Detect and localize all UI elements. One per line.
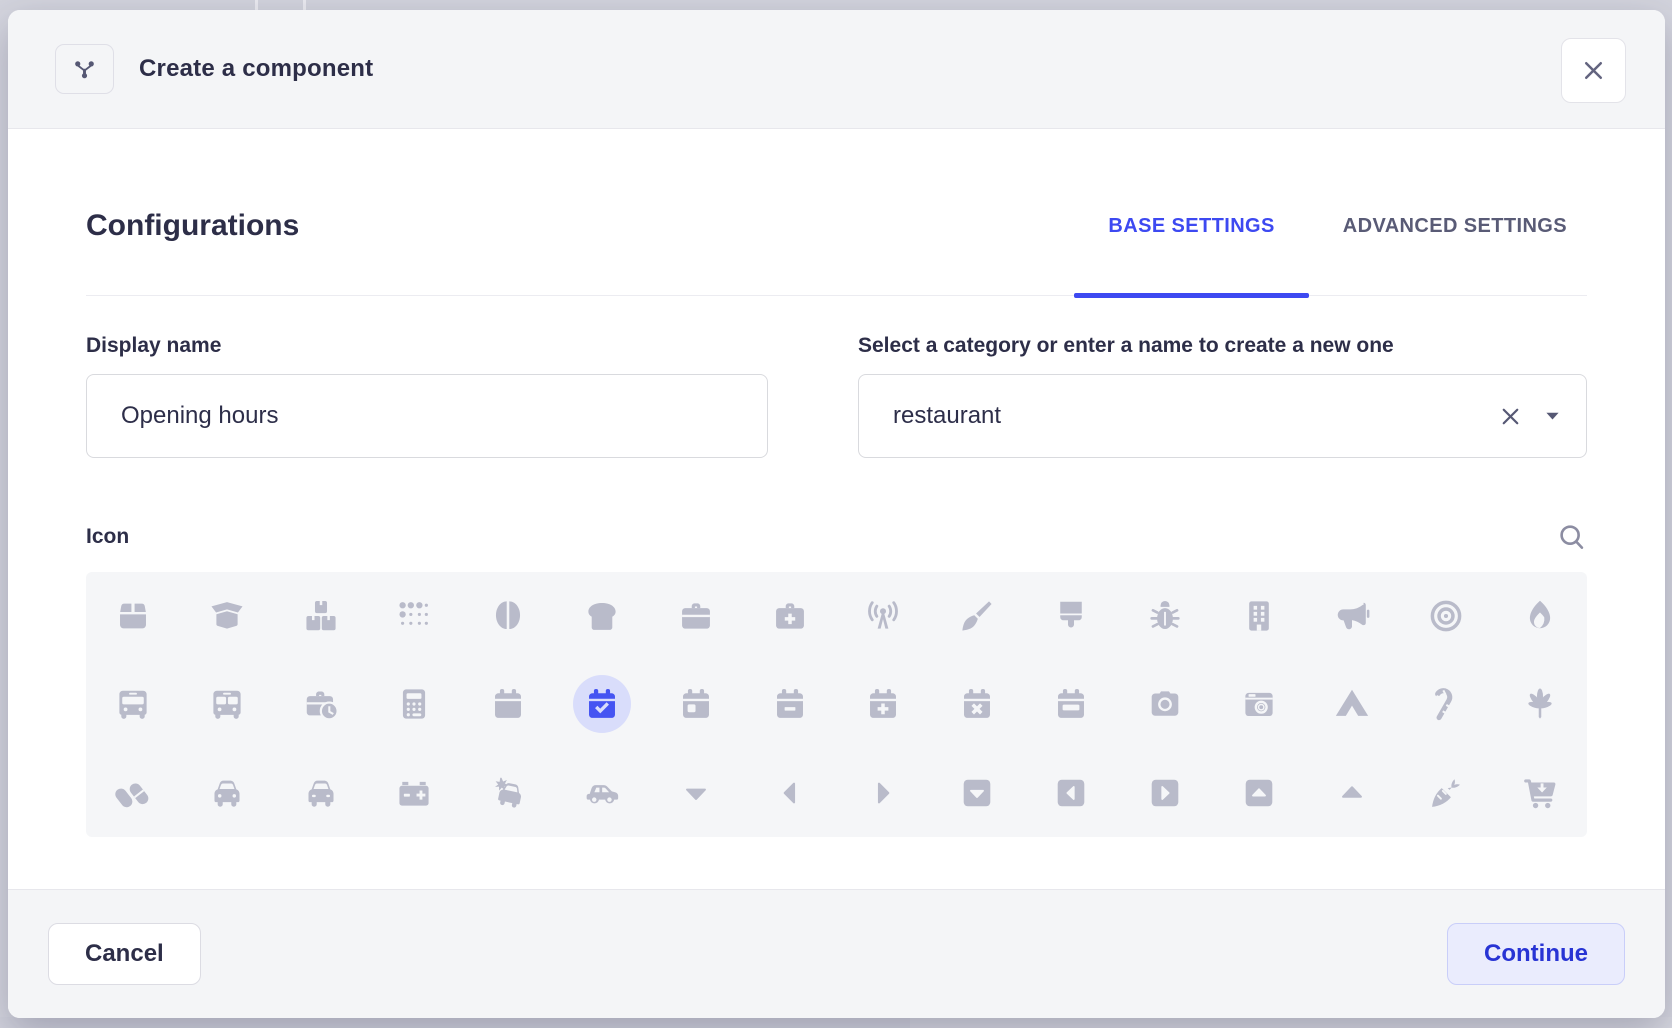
icon-caret-square-left[interactable]: [1024, 749, 1118, 837]
continue-button[interactable]: Continue: [1447, 923, 1625, 985]
icon-candy-cane[interactable]: [1399, 660, 1493, 748]
background-artifact: [910, 1017, 1672, 1028]
icon-calendar-week[interactable]: [1024, 660, 1118, 748]
component-icon-badge: [55, 44, 114, 94]
icon-camera-retro[interactable]: [1212, 660, 1306, 748]
icon-cart-arrow-down[interactable]: [1493, 749, 1587, 837]
icon-car-battery[interactable]: [367, 749, 461, 837]
icon-bus-alt[interactable]: [180, 660, 274, 748]
category-controls: [1498, 404, 1560, 429]
background-artifact: [303, 0, 306, 10]
icon-car[interactable]: [180, 749, 274, 837]
search-icon: [1557, 522, 1587, 552]
clear-x-icon[interactable]: [1498, 404, 1523, 429]
modal-footer: Cancel Continue: [8, 889, 1665, 1018]
icon-caret-left[interactable]: [743, 749, 837, 837]
icon-bread-slice[interactable]: [555, 572, 649, 660]
icon-campground[interactable]: [1306, 660, 1400, 748]
icon-camera[interactable]: [1118, 660, 1212, 748]
background-artifact: [255, 0, 258, 10]
icon-calendar-times[interactable]: [930, 660, 1024, 748]
icon-bullseye[interactable]: [1399, 572, 1493, 660]
icon-calendar-check[interactable]: [555, 660, 649, 748]
icon-broadcast-tower[interactable]: [837, 572, 931, 660]
modal-header: Create a component: [8, 10, 1665, 129]
branch-icon: [71, 56, 98, 83]
icon-car-alt[interactable]: [274, 749, 368, 837]
close-icon: [1581, 58, 1606, 83]
icon-caret-square-up[interactable]: [1212, 749, 1306, 837]
icon-briefcase[interactable]: [649, 572, 743, 660]
icon-grid: [86, 572, 1587, 837]
icon-brush[interactable]: [1024, 572, 1118, 660]
display-name-input[interactable]: [87, 402, 767, 430]
category-field: Select a category or enter a name to cre…: [858, 334, 1587, 458]
icon-calendar[interactable]: [461, 660, 555, 748]
icon-boxes-stacked[interactable]: [274, 572, 368, 660]
icon-car-side[interactable]: [555, 749, 649, 837]
display-name-input-box: [86, 374, 768, 458]
modal-title: Create a component: [139, 55, 373, 83]
create-component-modal: Create a component Configurations BASE S…: [8, 10, 1665, 1018]
configurations-header: Configurations BASE SETTINGS ADVANCED SE…: [86, 157, 1587, 296]
icon-box-open[interactable]: [180, 572, 274, 660]
icon-bus[interactable]: [86, 660, 180, 748]
icon-capsules[interactable]: [86, 749, 180, 837]
cancel-button[interactable]: Cancel: [48, 923, 201, 985]
icon-braille[interactable]: [367, 572, 461, 660]
close-button[interactable]: [1561, 38, 1626, 103]
tab-advanced-settings[interactable]: ADVANCED SETTINGS: [1309, 157, 1587, 295]
icon-label: Icon: [86, 525, 129, 549]
category-select[interactable]: [858, 374, 1587, 458]
section-title: Configurations: [86, 209, 299, 243]
background-page-top: [0, 0, 1672, 10]
category-label: Select a category or enter a name to cre…: [858, 334, 1587, 358]
icon-caret-down[interactable]: [649, 749, 743, 837]
icon-picker-header: Icon: [86, 522, 1587, 552]
icon-calendar-minus[interactable]: [743, 660, 837, 748]
icon-search-button[interactable]: [1557, 522, 1587, 552]
tab-base-settings[interactable]: BASE SETTINGS: [1074, 157, 1308, 295]
icon-briefcase-medical[interactable]: [743, 572, 837, 660]
tabs: BASE SETTINGS ADVANCED SETTINGS: [1074, 157, 1587, 295]
icon-bug[interactable]: [1118, 572, 1212, 660]
icon-caret-right[interactable]: [837, 749, 931, 837]
icon-business-time[interactable]: [274, 660, 368, 748]
icon-bullhorn[interactable]: [1306, 572, 1400, 660]
modal-body: Configurations BASE SETTINGS ADVANCED SE…: [8, 129, 1665, 889]
display-name-label: Display name: [86, 334, 768, 358]
icon-caret-up[interactable]: [1306, 749, 1400, 837]
icon-cannabis[interactable]: [1493, 660, 1587, 748]
icon-brain[interactable]: [461, 572, 555, 660]
icon-caret-square-right[interactable]: [1118, 749, 1212, 837]
icon-calendar-plus[interactable]: [837, 660, 931, 748]
display-name-field: Display name: [86, 334, 768, 458]
icon-caret-square-down[interactable]: [930, 749, 1024, 837]
icon-box[interactable]: [86, 572, 180, 660]
icon-carrot[interactable]: [1399, 749, 1493, 837]
icon-calculator[interactable]: [367, 660, 461, 748]
category-input[interactable]: [859, 402, 1498, 430]
fields-row: Display name Select a category or enter …: [86, 334, 1587, 458]
icon-car-crash[interactable]: [461, 749, 555, 837]
icon-broom[interactable]: [930, 572, 1024, 660]
icon-calendar-day[interactable]: [649, 660, 743, 748]
caret-down-icon[interactable]: [1545, 411, 1560, 421]
background-page-bottom: [0, 1017, 1672, 1028]
icon-building[interactable]: [1212, 572, 1306, 660]
icon-burn[interactable]: [1493, 572, 1587, 660]
